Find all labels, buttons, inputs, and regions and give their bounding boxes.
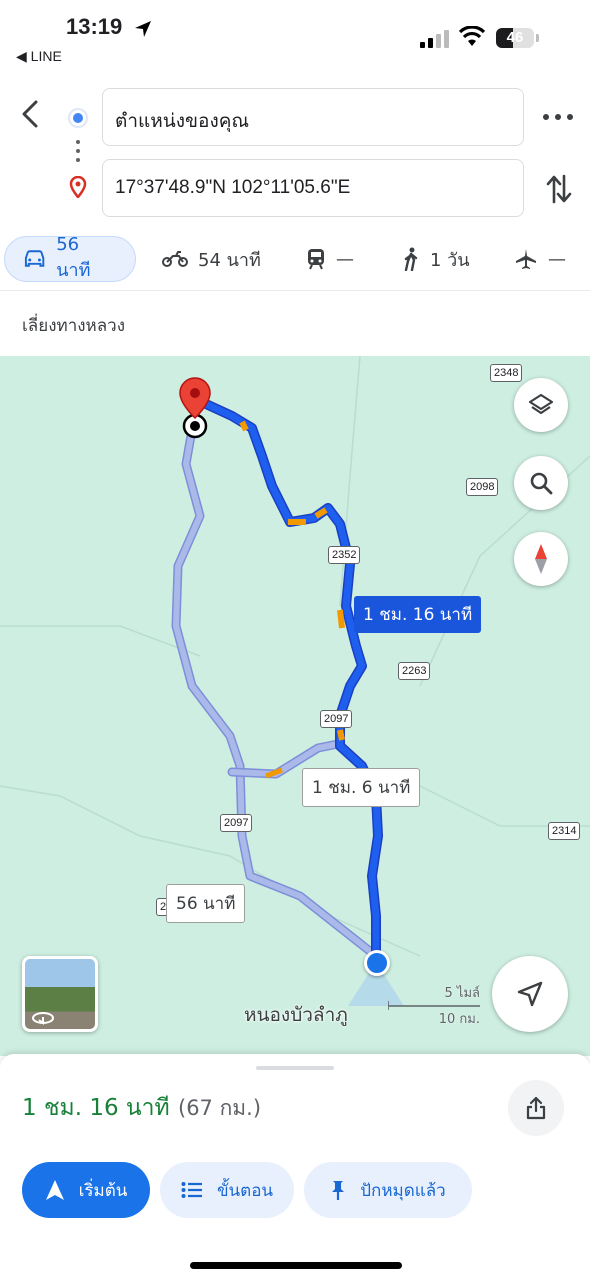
pin-icon	[332, 1181, 345, 1200]
location-arrow-icon	[135, 21, 151, 37]
cellular-signal-icon	[420, 30, 449, 48]
swap-directions-icon[interactable]	[544, 172, 574, 206]
battery-icon: 46	[496, 28, 534, 48]
recenter-button[interactable]	[492, 956, 568, 1032]
origin-dot-icon	[68, 108, 88, 128]
mode-walk-label: 1 วัน	[430, 249, 470, 271]
route-summary-sheet: 1 ชม. 16 นาที (67 กม.) เริ่มต้น ขั้นตอน …	[0, 1054, 590, 1280]
navigation-arrow-icon	[45, 1180, 64, 1200]
steps-button[interactable]: ขั้นตอน	[160, 1162, 294, 1218]
road-number-2348: 2348	[490, 364, 523, 382]
destination-marker-icon[interactable]	[176, 376, 214, 440]
search-along-route-button[interactable]	[514, 456, 568, 510]
home-indicator[interactable]	[190, 1262, 402, 1269]
alt-route-duration-label-1[interactable]: 1 ชม. 6 นาที	[302, 768, 421, 807]
motorbike-icon	[162, 251, 188, 267]
road-number-2263: 2263	[398, 662, 431, 680]
travel-mode-bar: 56 นาที 54 นาที — 1 วัน —	[0, 234, 590, 286]
clock: 13:19	[66, 14, 123, 39]
wifi-icon	[458, 26, 486, 46]
start-label: เริ่มต้น	[78, 1180, 128, 1201]
walk-icon	[404, 247, 418, 271]
mode-drive-label: 56 นาที	[56, 234, 91, 281]
back-to-app-link[interactable]: ◀ LINE	[16, 48, 62, 65]
compass-icon	[535, 544, 547, 574]
road-number-2097-west: 2097	[220, 814, 253, 832]
origin-input[interactable]: ตำแหน่งของคุณ	[102, 88, 524, 146]
pinned-label: ปักหมุดแล้ว	[360, 1180, 446, 1201]
pinned-button[interactable]: ปักหมุดแล้ว	[304, 1162, 472, 1218]
road-number-2352: 2352	[328, 546, 361, 564]
share-icon	[526, 1096, 546, 1120]
current-location-icon	[364, 950, 390, 976]
road-number-2098: 2098	[466, 478, 499, 496]
street-view-icon	[32, 1012, 54, 1025]
back-arrow-icon[interactable]	[14, 96, 50, 132]
map-canvas	[0, 356, 590, 1006]
sheet-drag-handle[interactable]	[256, 1066, 334, 1070]
mode-flight[interactable]: —	[514, 236, 566, 282]
mode-walk[interactable]: 1 วัน	[402, 236, 470, 282]
town-label: หนองบัวลำภู	[244, 1004, 348, 1026]
steps-label: ขั้นตอน	[216, 1180, 274, 1201]
route-options-text[interactable]: เลี่ยงทางหลวง	[22, 312, 125, 339]
road-number-2097-east: 2097	[320, 710, 353, 728]
destination-input[interactable]: 17°37'48.9"N 102°11'05.6"E	[102, 159, 524, 217]
mode-drive[interactable]: 56 นาที	[4, 234, 136, 282]
navigation-arrow-icon	[517, 981, 543, 1007]
route-distance: (67 กม.)	[178, 1096, 262, 1120]
start-navigation-button[interactable]: เริ่มต้น	[22, 1162, 150, 1218]
street-view-thumbnail[interactable]	[22, 956, 98, 1032]
flight-icon	[516, 249, 536, 269]
more-options-icon[interactable]	[540, 104, 576, 130]
layers-icon	[528, 393, 554, 415]
mode-flight-label: —	[548, 248, 566, 270]
map-view[interactable]: 2348 2098 2352 2263 2097 2097 2314 2 1 ช…	[0, 356, 590, 1056]
mode-transit[interactable]: —	[306, 236, 354, 282]
compass-button[interactable]	[514, 532, 568, 586]
scale-metric: 10 กม.	[438, 1012, 480, 1027]
share-button[interactable]	[508, 1080, 564, 1136]
layers-button[interactable]	[514, 378, 568, 432]
road-number-2314: 2314	[548, 822, 581, 840]
mode-motorbike-label: 54 นาที	[198, 249, 261, 271]
mode-motorbike[interactable]: 54 นาที	[162, 236, 261, 282]
alt-route-duration-label-2[interactable]: 56 นาที	[166, 884, 246, 923]
status-bar: 13:19 ◀ LINE 46	[0, 0, 590, 80]
mode-transit-label: —	[336, 248, 354, 270]
list-icon	[181, 1182, 202, 1198]
battery-level: 46	[506, 29, 524, 46]
destination-pin-icon	[69, 176, 87, 198]
primary-route-duration-label[interactable]: 1 ชม. 16 นาที	[354, 596, 482, 633]
search-icon	[530, 472, 553, 495]
map-scale: 5 ไมล์ 10 กม.	[388, 982, 480, 1027]
route-duration: 1 ชม. 16 นาที	[22, 1095, 170, 1121]
car-icon	[24, 250, 45, 267]
route-connector-dots	[76, 140, 80, 167]
transit-icon	[308, 249, 324, 270]
